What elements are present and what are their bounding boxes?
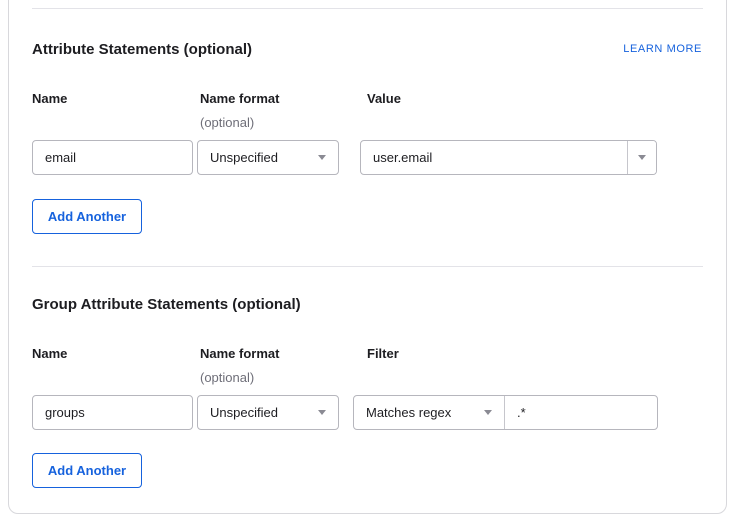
group-attribute-filter-type-select[interactable]: Matches regex [354,396,504,429]
group-attribute-filter-value-input[interactable] [504,396,657,429]
column-header-name-format: Name format [200,92,279,106]
divider [32,266,703,267]
attribute-name-input[interactable] [32,140,193,175]
column-header-name-format: Name format [200,347,279,361]
learn-more-link[interactable]: LEARN MORE [623,43,702,55]
chevron-down-icon [484,410,492,415]
divider [32,8,703,9]
chevron-down-icon [318,155,326,160]
section-title-group-attribute-statements: Group Attribute Statements (optional) [32,297,301,313]
name-format-optional-note: (optional) [200,116,254,130]
attribute-value-combo [360,140,657,175]
attribute-value-dropdown-button[interactable] [627,141,656,174]
group-attribute-filter-type-value: Matches regex [366,405,451,420]
column-header-name: Name [32,347,67,361]
name-format-optional-note: (optional) [200,371,254,385]
chevron-down-icon [318,410,326,415]
column-header-name: Name [32,92,67,106]
attribute-name-format-value: Unspecified [210,150,278,165]
add-another-attribute-button[interactable]: Add Another [32,199,142,234]
column-header-value: Value [367,92,401,106]
settings-card [8,0,727,514]
attribute-name-format-select[interactable]: Unspecified [197,140,339,175]
chevron-down-icon [638,155,646,160]
add-another-group-attribute-button[interactable]: Add Another [32,453,142,488]
group-attribute-name-format-select[interactable]: Unspecified [197,395,339,430]
group-attribute-name-input[interactable] [32,395,193,430]
group-attribute-name-format-value: Unspecified [210,405,278,420]
group-attribute-filter-combo: Matches regex [353,395,658,430]
section-title-attribute-statements: Attribute Statements (optional) [32,42,252,58]
attribute-value-input[interactable] [361,141,627,174]
column-header-filter: Filter [367,347,399,361]
